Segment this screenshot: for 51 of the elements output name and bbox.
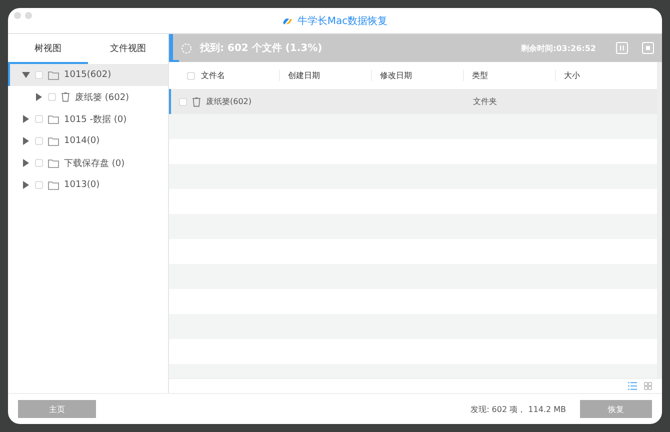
pause-icon bbox=[619, 45, 625, 51]
pause-button[interactable] bbox=[616, 42, 628, 54]
tree-item-label: 1014(0) bbox=[64, 136, 100, 146]
view-tab[interactable]: 文件视图 bbox=[88, 34, 168, 64]
loading-spinner-icon bbox=[181, 42, 192, 54]
folder-icon bbox=[48, 70, 59, 80]
column-header[interactable]: 修改日期 bbox=[380, 70, 412, 81]
tree-item-label: 1015(602) bbox=[64, 70, 112, 80]
tree-item[interactable]: 1014(0) bbox=[8, 130, 168, 152]
tree-item-label: 1013(0) bbox=[64, 180, 100, 190]
checkbox[interactable] bbox=[35, 115, 43, 123]
disclosure-triangle-icon[interactable] bbox=[23, 159, 29, 167]
folder-icon bbox=[48, 180, 59, 190]
grid-view-icon[interactable] bbox=[644, 382, 652, 390]
column-header[interactable]: 文件名 bbox=[201, 70, 225, 81]
checkbox[interactable] bbox=[35, 137, 43, 145]
tree-item[interactable]: 1013(0) bbox=[8, 174, 168, 196]
stop-button[interactable] bbox=[642, 42, 654, 54]
table-cell: 文件夹 bbox=[473, 96, 497, 107]
logo-icon bbox=[282, 16, 294, 26]
table-row[interactable]: 废纸篓(602) 文件夹 bbox=[169, 89, 657, 114]
column-header[interactable]: 类型 bbox=[472, 70, 488, 81]
disclosure-triangle-icon[interactable] bbox=[23, 115, 29, 123]
tree-item-label: 1015 -数据 (0) bbox=[64, 114, 127, 126]
tree-item[interactable]: 废纸篓 (602) bbox=[8, 86, 168, 108]
found-summary: 发现: 602 项， 114.2 MB bbox=[470, 404, 566, 414]
table-cell: 废纸篓(602) bbox=[206, 96, 252, 107]
folder-icon bbox=[48, 114, 59, 124]
disclosure-triangle-icon[interactable] bbox=[36, 93, 42, 101]
column-header[interactable]: 创建日期 bbox=[288, 70, 320, 81]
folder-icon bbox=[48, 158, 59, 168]
tree-item-label: 废纸篓 (602) bbox=[75, 92, 130, 104]
tree-item[interactable]: 1015(602) bbox=[8, 64, 168, 86]
disclosure-triangle-icon[interactable] bbox=[23, 137, 29, 145]
checkbox[interactable] bbox=[179, 98, 187, 106]
select-all-checkbox[interactable] bbox=[187, 72, 195, 80]
stop-icon bbox=[645, 45, 651, 51]
window-title: 牛学长Mac数据恢复 bbox=[297, 14, 388, 28]
disclosure-triangle-icon[interactable] bbox=[23, 181, 29, 189]
checkbox[interactable] bbox=[48, 93, 56, 101]
trash-can-icon bbox=[61, 92, 70, 102]
tree-item[interactable]: 下载保存盘 (0) bbox=[8, 152, 168, 174]
list-view-icon[interactable] bbox=[628, 382, 637, 390]
folder-icon bbox=[48, 136, 59, 146]
tree-item[interactable]: 1015 -数据 (0) bbox=[8, 108, 168, 130]
trash-can-icon bbox=[192, 96, 201, 106]
tree-item-label: 下载保存盘 (0) bbox=[64, 158, 125, 170]
checkbox[interactable] bbox=[35, 181, 43, 189]
column-header[interactable]: 大小 bbox=[564, 70, 580, 81]
checkbox[interactable] bbox=[35, 71, 43, 79]
checkbox[interactable] bbox=[35, 159, 43, 167]
